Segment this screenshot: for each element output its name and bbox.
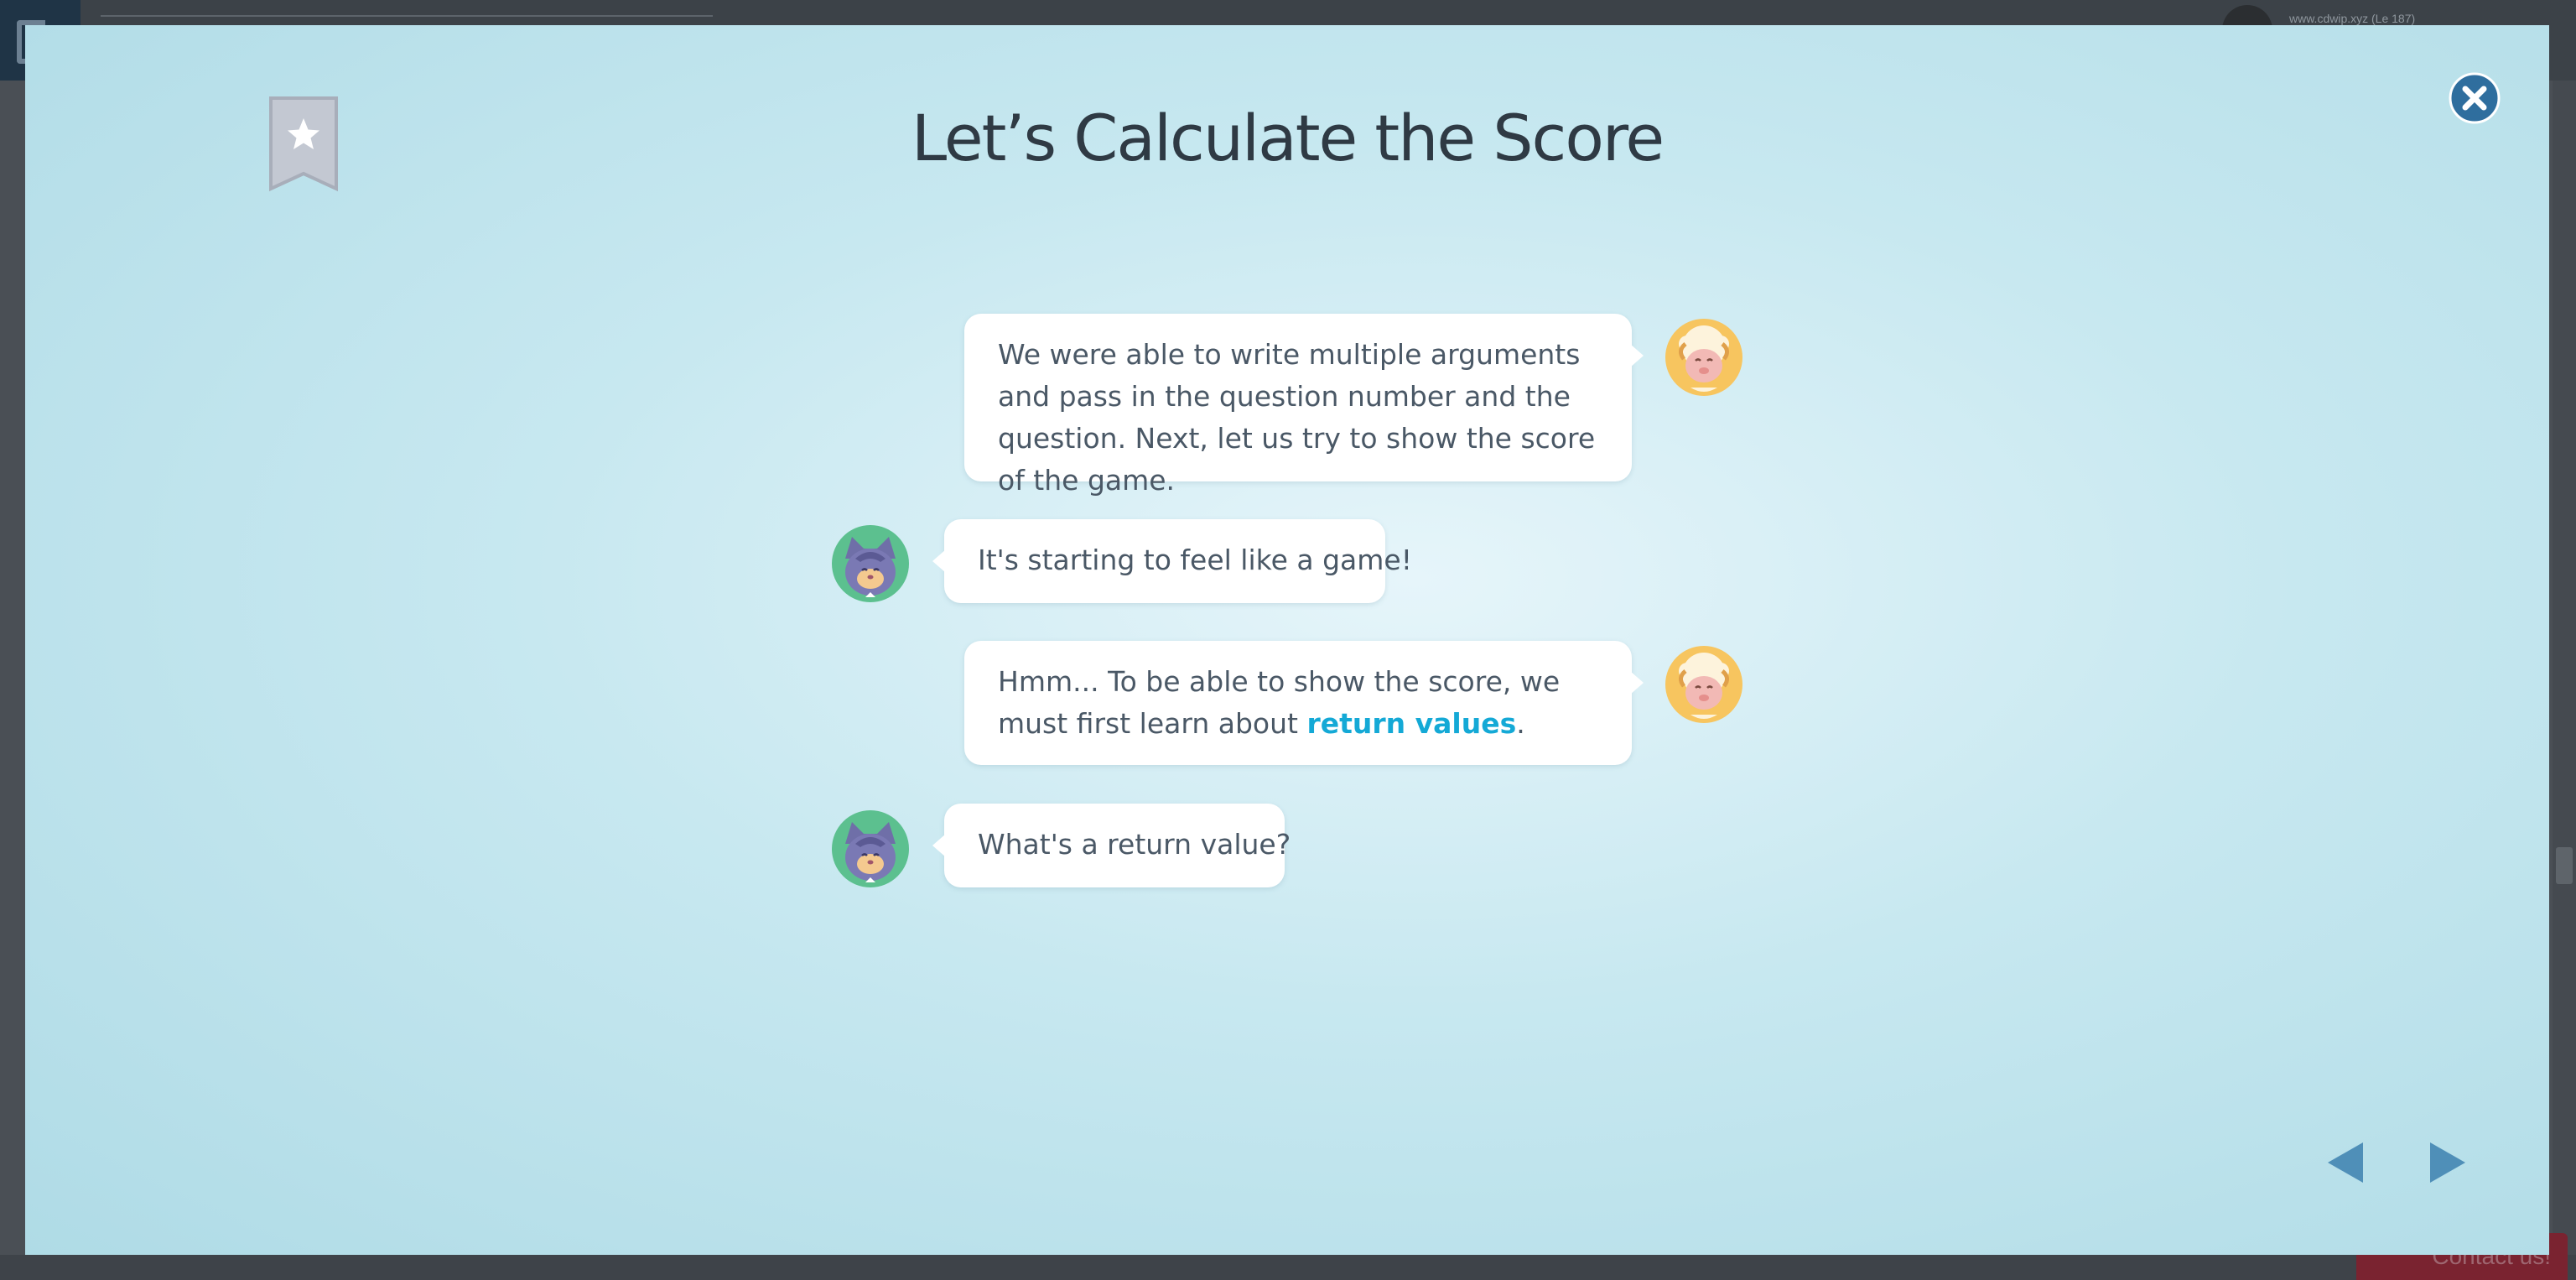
background-bottombar — [0, 1255, 2576, 1280]
message-text: It's starting to feel like a game! — [978, 544, 1412, 576]
chat-bubble-cat: What's a return value? — [932, 804, 1291, 887]
chat-bubble-cat: It's starting to feel like a game! — [932, 519, 1412, 603]
chat-conversation: We were able to write multiple arguments… — [25, 25, 2549, 1255]
chat-bubble-sheep: We were able to write multiple arguments… — [964, 314, 1644, 497]
cat-avatar-icon — [832, 810, 909, 887]
sheep-avatar-icon — [1665, 319, 1742, 396]
page-scrollbar[interactable] — [2553, 81, 2576, 1255]
next-arrow-icon[interactable] — [2423, 1139, 2470, 1186]
cat-avatar-icon — [832, 525, 909, 602]
message-text: What's a return value? — [978, 828, 1291, 861]
sheep-avatar-icon — [1665, 646, 1742, 723]
message-text: We were able to write multiple arguments… — [998, 338, 1596, 497]
user-info-text: www.cdwip.xyz (Le 187) — [2289, 12, 2416, 25]
highlight-term: return values — [1306, 707, 1517, 740]
lesson-modal: Let’s Calculate the Score We were able t… — [25, 25, 2549, 1255]
chat-bubble-sheep: Hmm... To be able to show the score, we … — [964, 641, 1644, 765]
scrollbar-thumb[interactable] — [2556, 847, 2573, 884]
message-text-end: . — [1516, 707, 1525, 740]
previous-arrow-icon[interactable] — [2323, 1139, 2370, 1186]
